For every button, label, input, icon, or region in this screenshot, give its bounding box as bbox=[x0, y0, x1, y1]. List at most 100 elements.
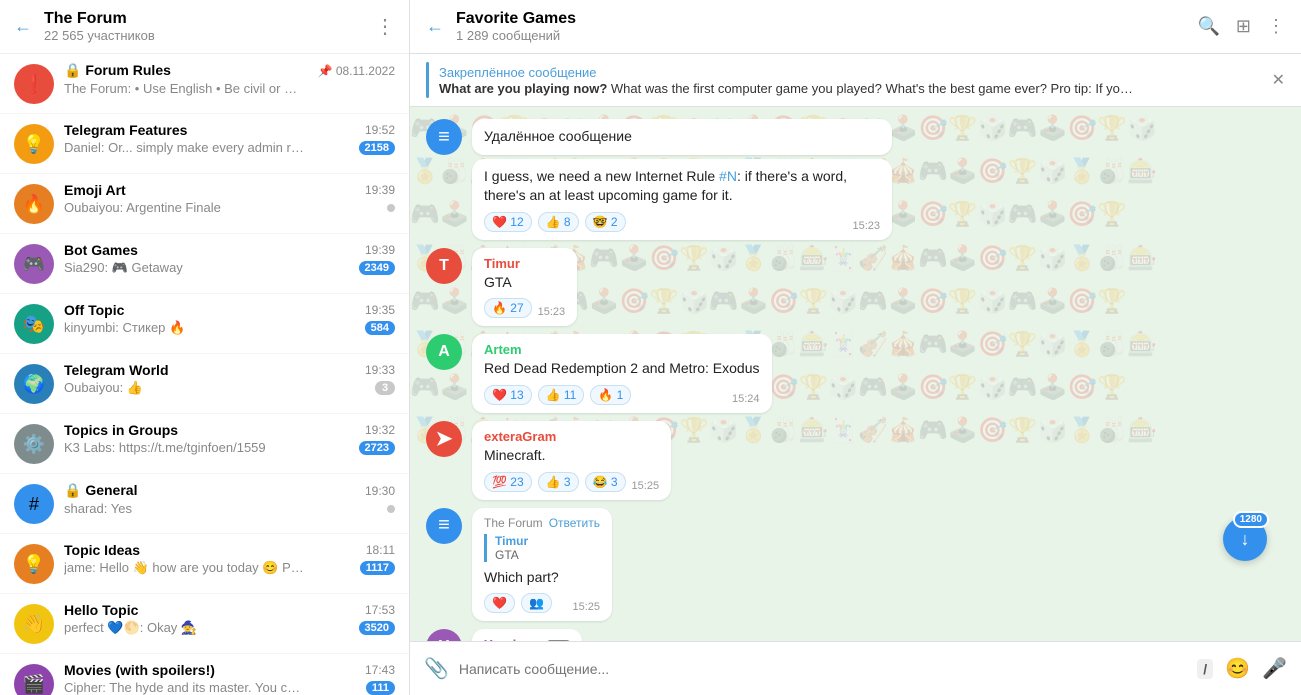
topic-item[interactable]: 🎭Off Topic19:35kinyumbi: Стикер 🔥584 bbox=[0, 294, 409, 354]
more-options-icon[interactable]: ⋮ bbox=[1267, 16, 1285, 37]
message-bubble: The Forum Ответить Timur GTA Which part?… bbox=[472, 508, 612, 622]
topic-body: Emoji Art 19:39 Oubaiyou: Argentine Finale bbox=[64, 182, 395, 215]
topic-badge: 2723 bbox=[359, 441, 395, 455]
topic-preview: Oubaiyou: Argentine Finale bbox=[64, 200, 221, 215]
topic-preview: The Forum: • Use English • Be civil or b… bbox=[64, 81, 304, 96]
topic-title: Topics in Groups bbox=[64, 422, 178, 438]
attach-icon[interactable]: 📎 bbox=[424, 656, 449, 681]
scroll-down-badge: 1280 bbox=[1233, 511, 1269, 528]
topic-time: 19:32 bbox=[365, 423, 395, 437]
topic-time: 19:39 bbox=[365, 183, 395, 197]
right-header-icons: 🔍 ⊞ ⋮ bbox=[1197, 16, 1285, 37]
topic-preview: perfect 💙🌕: Okay 🧙 bbox=[64, 620, 197, 636]
muted-dot bbox=[387, 204, 395, 212]
topic-header-row: Topic Ideas18:11 bbox=[64, 542, 395, 558]
topic-body: Telegram World19:33Oubaiyou: 👍3 bbox=[64, 362, 395, 396]
right-header: ← Favorite Games 1 289 сообщений 🔍 ⊞ ⋮ bbox=[410, 0, 1301, 54]
topic-item[interactable]: ❗🔒 Forum Rules📌 08.11.2022The Forum: • U… bbox=[0, 54, 409, 114]
sender-name: YorolmusGIF bbox=[484, 637, 570, 641]
back-button[interactable]: ← bbox=[14, 16, 32, 37]
topic-preview-row: The Forum: • Use English • Be civil or b… bbox=[64, 81, 395, 96]
message-bubble: exteraGram Minecraft. 💯 23 👍 3 😂 3 15:25 bbox=[472, 421, 671, 500]
topic-preview: Sia290: 🎮 Getaway bbox=[64, 260, 183, 276]
reaction[interactable]: 😂 3 bbox=[585, 472, 626, 492]
pinned-border bbox=[426, 62, 429, 98]
right-back-button[interactable]: ← bbox=[426, 16, 444, 37]
pinned-text[interactable]: What are you playing now? What was the f… bbox=[439, 81, 1139, 96]
left-panel: ← The Forum 22 565 участников ⋮ ❗🔒 Forum… bbox=[0, 0, 410, 695]
topic-preview-row: Cipher: The hyde and its master. You can… bbox=[64, 680, 395, 695]
message-input[interactable] bbox=[459, 661, 1187, 677]
reaction[interactable]: ❤️ 12 bbox=[484, 212, 532, 232]
topic-item[interactable]: #🔒 General19:30sharad: Yes bbox=[0, 474, 409, 534]
reaction[interactable]: 👍 11 bbox=[538, 385, 585, 405]
topic-body: Hello Topic17:53 perfect 💙🌕: Okay 🧙3520 bbox=[64, 602, 395, 636]
topic-item[interactable]: 🎬Movies (with spoilers!)17:43Cipher: The… bbox=[0, 654, 409, 695]
more-options-icon[interactable]: ⋮ bbox=[375, 14, 395, 39]
reaction[interactable]: 👍 8 bbox=[538, 212, 579, 232]
topic-time: 19:33 bbox=[365, 363, 395, 377]
topic-preview-row: perfect 💙🌕: Okay 🧙3520 bbox=[64, 620, 395, 636]
command-icon[interactable]: / bbox=[1197, 659, 1213, 679]
muted-dot bbox=[387, 505, 395, 513]
reaction[interactable]: 👍 3 bbox=[538, 472, 579, 492]
message-text: Red Dead Redemption 2 and Metro: Exodus bbox=[484, 359, 760, 379]
avatar: T bbox=[426, 248, 462, 284]
reply-quote-text: GTA bbox=[495, 548, 600, 562]
topic-preview: K3 Labs: https://t.me/tginfoen/1559 bbox=[64, 440, 266, 455]
columns-icon[interactable]: ⊞ bbox=[1236, 16, 1251, 37]
topic-time: 17:53 bbox=[365, 603, 395, 617]
topic-preview: kinyumbi: Стикер 🔥 bbox=[64, 320, 185, 336]
emoji-icon[interactable]: 😊 bbox=[1225, 656, 1250, 681]
message-footer: 💯 23 👍 3 😂 3 15:25 bbox=[484, 472, 659, 492]
topic-item[interactable]: 🌍Telegram World19:33Oubaiyou: 👍3 bbox=[0, 354, 409, 414]
topic-item[interactable]: 💡Telegram Features19:52Daniel: Or... sim… bbox=[0, 114, 409, 174]
message-time: 15:24 bbox=[732, 393, 760, 405]
reaction[interactable]: 👥 bbox=[521, 593, 552, 613]
topic-item[interactable]: ⚙️Topics in Groups19:32K3 Labs: https://… bbox=[0, 414, 409, 474]
reaction[interactable]: 🤓 2 bbox=[585, 212, 626, 232]
topic-badge: 584 bbox=[365, 321, 395, 335]
topic-item[interactable]: 💡Topic Ideas18:11jame: Hello 👋 how are y… bbox=[0, 534, 409, 594]
topic-icon: 🔥 bbox=[14, 184, 54, 224]
reply-button[interactable]: Ответить bbox=[549, 516, 600, 530]
message-bubble: Timur GTA 🔥 27 15:23 bbox=[472, 248, 577, 327]
avatar: A bbox=[426, 334, 462, 370]
sender-name: Timur bbox=[484, 256, 565, 271]
message-group: ≡ Удалённое сообщение I guess, we need a… bbox=[426, 119, 1285, 240]
pinned-rest: What was the first computer game you pla… bbox=[607, 81, 1139, 96]
scroll-down-button[interactable]: ↓ 1280 bbox=[1223, 517, 1267, 561]
reaction[interactable]: 🔥 1 bbox=[590, 385, 631, 405]
reaction[interactable]: ❤️ bbox=[484, 593, 515, 613]
topic-time: 19:30 bbox=[365, 484, 395, 498]
avatar: Y bbox=[426, 629, 462, 641]
topic-badge: 111 bbox=[366, 681, 395, 695]
topic-time: 📌 08.11.2022 bbox=[318, 64, 395, 78]
reaction[interactable]: 🔥 27 bbox=[484, 298, 532, 318]
left-header: ← The Forum 22 565 участников ⋮ bbox=[0, 0, 409, 54]
message-group: T Timur GTA 🔥 27 15:23 bbox=[426, 248, 1285, 327]
topic-preview-row: Daniel: Or... simply make every admin re… bbox=[64, 140, 395, 155]
topic-item[interactable]: 🎮Bot Games19:39Sia290: 🎮 Getaway2349 bbox=[0, 234, 409, 294]
topic-item[interactable]: 👋Hello Topic17:53perfect 💙🌕: Okay 🧙3520 bbox=[0, 594, 409, 654]
topic-header-row: Hello Topic17:53 bbox=[64, 602, 395, 618]
pinned-close-icon[interactable]: ✕ bbox=[1272, 70, 1285, 90]
avatar: ≡ bbox=[426, 119, 462, 155]
topic-icon: 💡 bbox=[14, 124, 54, 164]
topic-title: Movies (with spoilers!) bbox=[64, 662, 215, 678]
avatar: ≡ bbox=[426, 508, 462, 544]
message-time: 15:25 bbox=[632, 480, 660, 492]
topic-title: Emoji Art bbox=[64, 182, 126, 198]
mic-icon[interactable]: 🎤 bbox=[1262, 656, 1287, 681]
reaction[interactable]: 💯 23 bbox=[484, 472, 532, 492]
topic-body: 🔒 Forum Rules📌 08.11.2022The Forum: • Us… bbox=[64, 62, 395, 96]
pinned-banner: Закреплённое сообщение What are you play… bbox=[410, 54, 1301, 107]
message-text: GTA bbox=[484, 273, 565, 293]
search-icon[interactable]: 🔍 bbox=[1197, 16, 1219, 37]
topic-item[interactable]: 🔥 Emoji Art 19:39 Oubaiyou: Argentine Final… bbox=[0, 174, 409, 234]
topic-body: Topic Ideas18:11jame: Hello 👋 how are yo… bbox=[64, 542, 395, 576]
bottom-bar: 📎 / 😊 🎤 bbox=[410, 641, 1301, 695]
message-group: ≡ The Forum Ответить Timur GTA Which par… bbox=[426, 508, 1285, 622]
reaction[interactable]: ❤️ 13 bbox=[484, 385, 532, 405]
topic-header-row: Off Topic19:35 bbox=[64, 302, 395, 318]
